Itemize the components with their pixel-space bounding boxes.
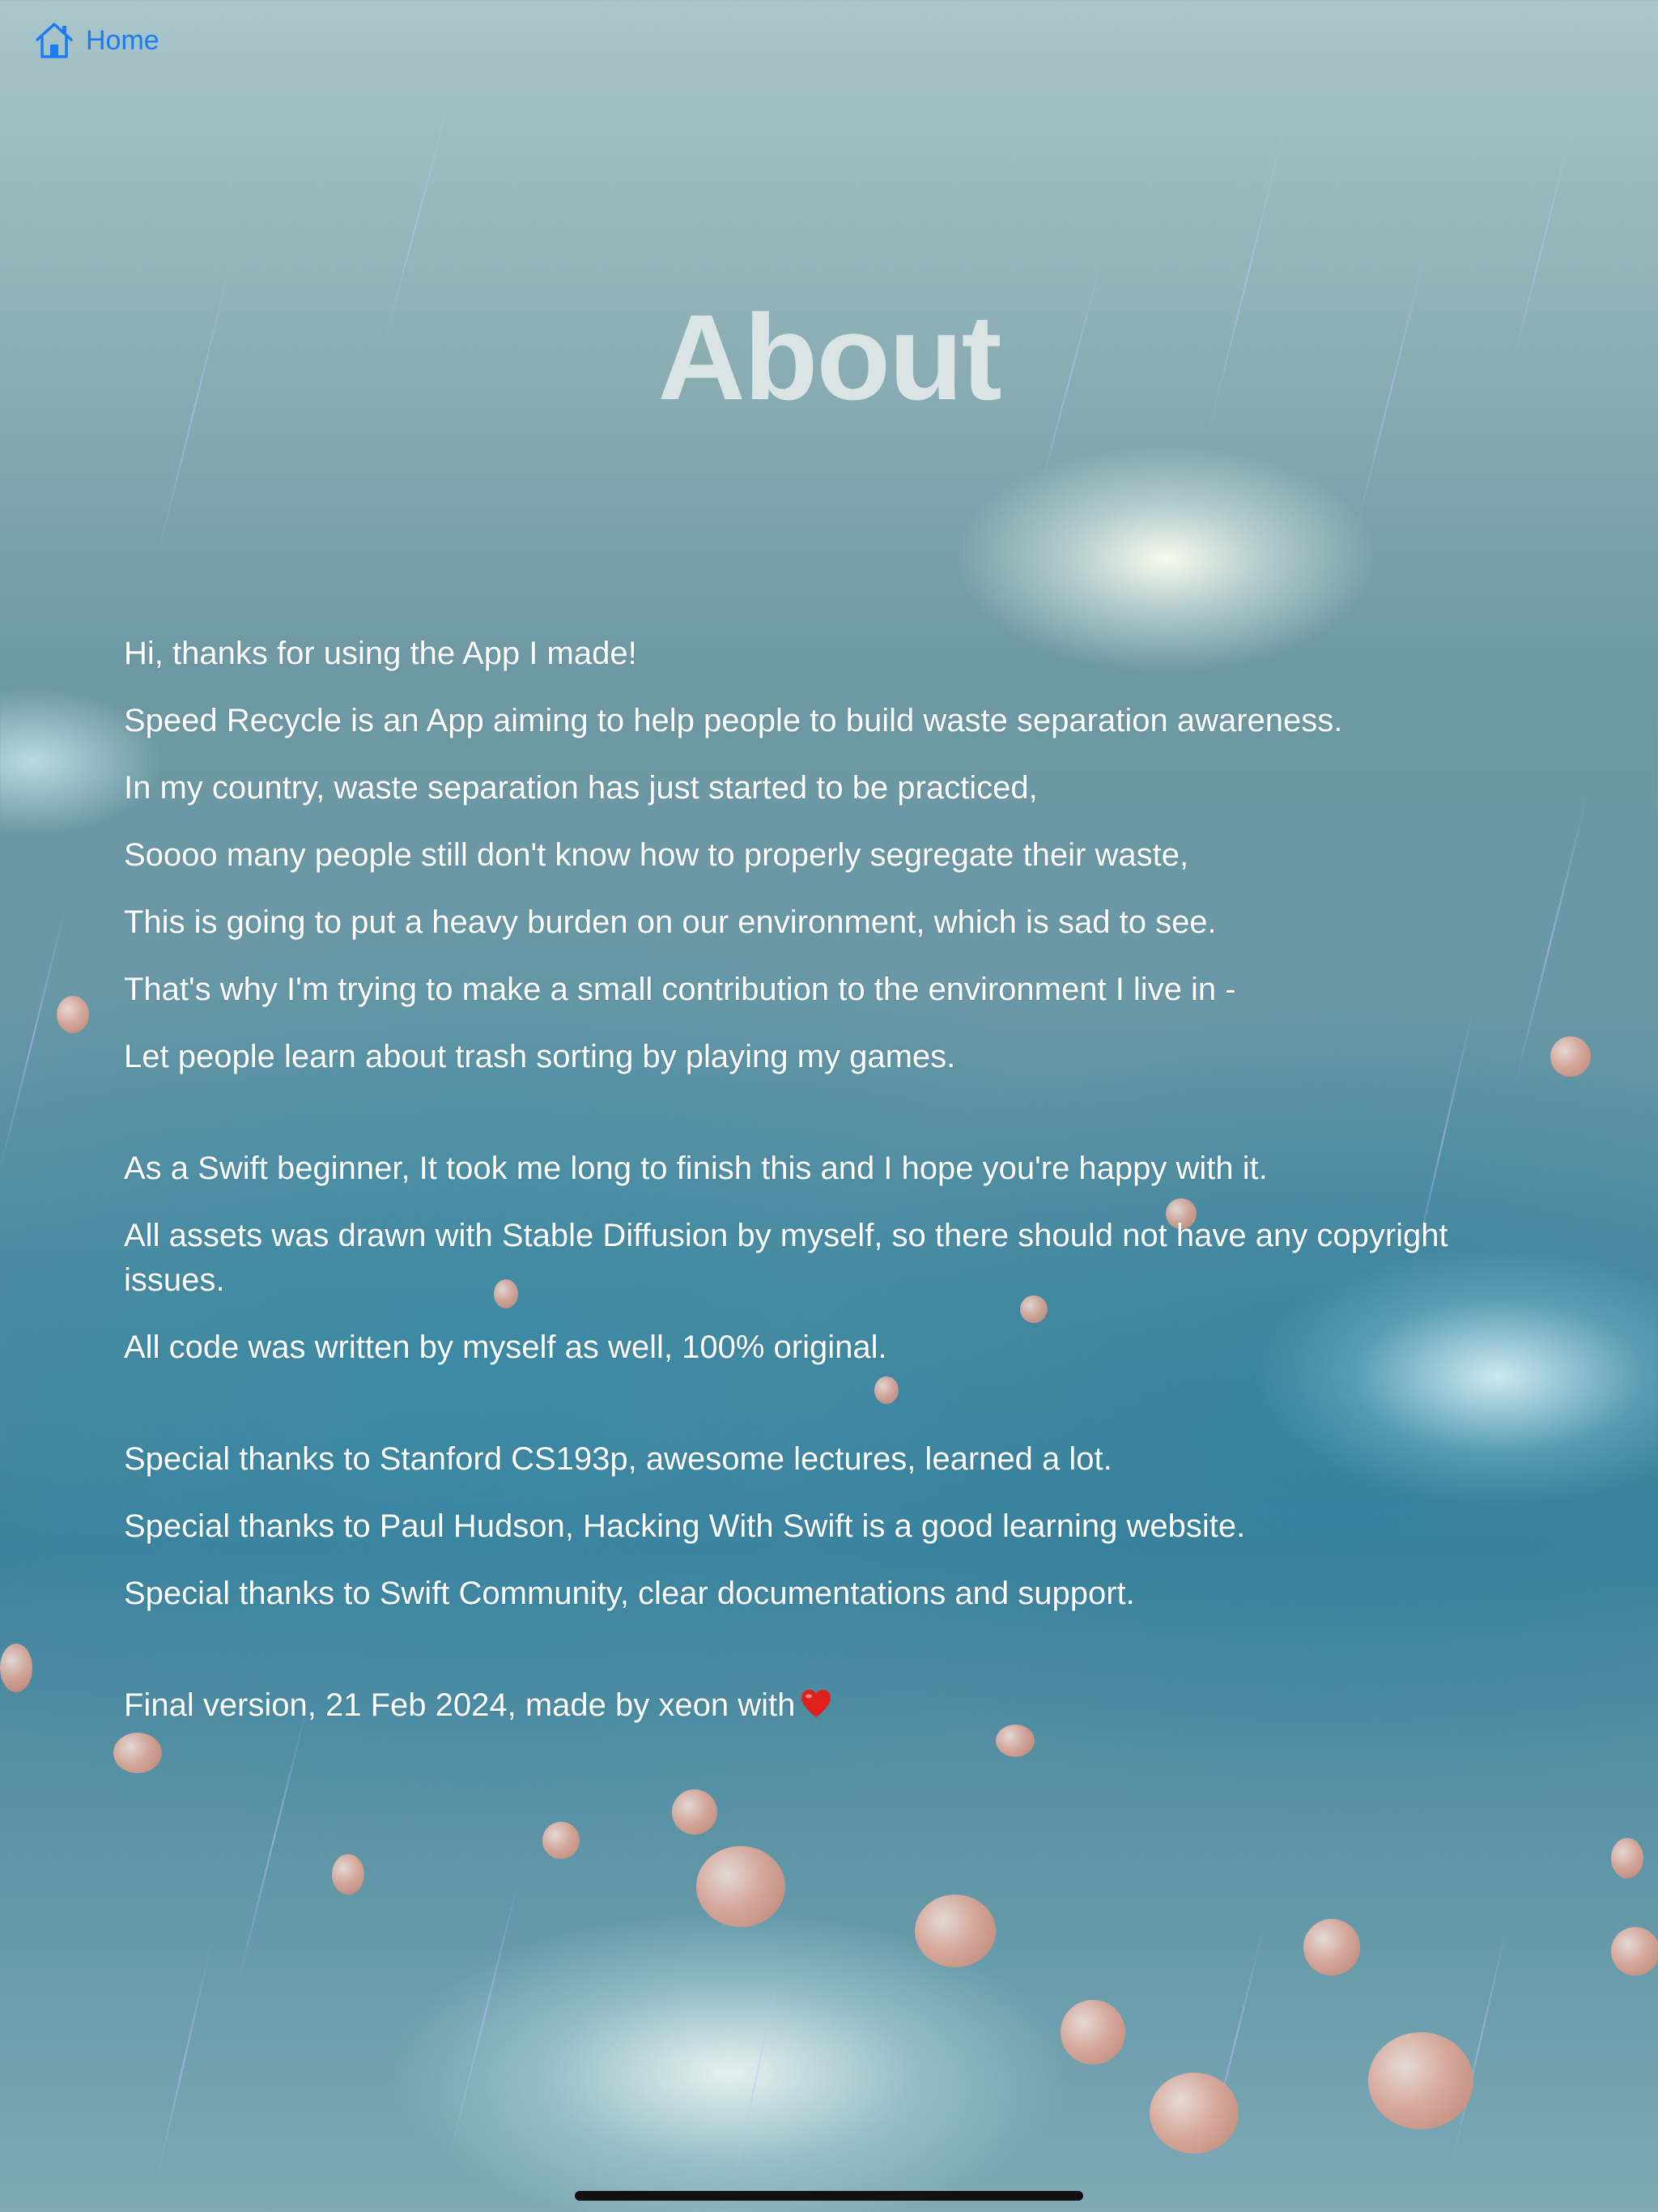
intro-line: Hi, thanks for using the App I made! — [124, 636, 637, 671]
about-content: Hi, thanks for using the App I made! Spe… — [124, 632, 1581, 1750]
development-line: All assets was drawn with Stable Diffusi… — [124, 1218, 1448, 1298]
development-line: All code was written by myself as well, … — [124, 1329, 887, 1365]
intro-line: Soooo many people still don't know how t… — [124, 837, 1189, 873]
heart-icon — [800, 1688, 832, 1721]
development-line: As a Swift beginner, It took me long to … — [124, 1151, 1268, 1186]
intro-line: Speed Recycle is an App aiming to help p… — [124, 703, 1343, 738]
intro-line: In my country, waste separation has just… — [124, 770, 1038, 806]
intro-line: That's why I'm trying to make a small co… — [124, 972, 1236, 1007]
home-link-label: Home — [86, 24, 159, 56]
intro-line: This is going to put a heavy burden on o… — [124, 904, 1217, 940]
home-indicator[interactable] — [575, 2191, 1083, 2201]
footer-text: Final version, 21 Feb 2024, made by xeon… — [124, 1687, 796, 1723]
footer-line: Final version, 21 Feb 2024, made by xeon… — [124, 1683, 1581, 1728]
page-title: About — [657, 289, 1001, 425]
thanks-line: Special thanks to Paul Hudson, Hacking W… — [124, 1508, 1246, 1544]
thanks-line: Special thanks to Swift Community, clear… — [124, 1576, 1135, 1611]
home-link[interactable]: Home — [34, 19, 159, 62]
intro-line: Let people learn about trash sorting by … — [124, 1039, 956, 1074]
house-icon — [34, 20, 74, 61]
thanks-line: Special thanks to Stanford CS193p, aweso… — [124, 1441, 1112, 1477]
